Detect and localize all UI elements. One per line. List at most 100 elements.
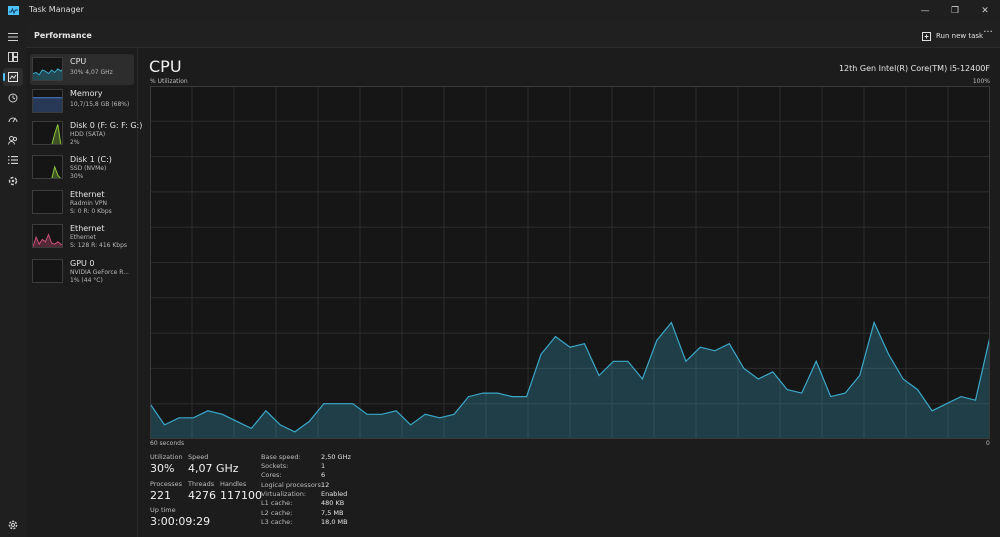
spec-value: 1: [321, 462, 326, 470]
device-thumbnail: [32, 89, 63, 113]
hamburger-menu-icon: [8, 33, 18, 41]
spec-label: L3 cache:: [261, 518, 293, 526]
spec-label: Base speed:: [261, 453, 301, 461]
cpu-utilization-graph: [150, 86, 990, 439]
device-cpu[interactable]: CPU 30% 4,07 GHz: [30, 54, 134, 85]
uptime-value: 3:00:09:29: [150, 515, 211, 528]
processes-value: 221: [150, 489, 171, 502]
device-name: CPU: [70, 57, 87, 66]
cpu-heading: CPU: [149, 57, 182, 76]
device-list: CPU 30% 4,07 GHz Memory 10,7/15,8 GB (68…: [26, 48, 142, 537]
device-thumbnail: [32, 57, 63, 81]
device-name: Memory: [70, 89, 103, 98]
spec-label: Cores:: [261, 471, 282, 479]
details-icon: [8, 156, 18, 164]
spec-value: 12: [321, 481, 330, 489]
threads-label: Threads: [188, 480, 215, 488]
title-bar: Task Manager — ❐ ✕: [0, 0, 1000, 22]
task-manager-app-icon: [8, 6, 19, 15]
utilization-value: 30%: [150, 462, 175, 475]
device-usage: 2%: [70, 139, 80, 146]
spec-label: L2 cache:: [261, 509, 293, 517]
minimize-button[interactable]: —: [910, 0, 940, 22]
spec-label: Virtualization:: [261, 490, 307, 498]
spec-label: Sockets:: [261, 462, 289, 470]
startup-apps-icon: [8, 117, 18, 123]
y-axis-max-label: 100%: [972, 78, 990, 85]
handles-value: 117100: [220, 489, 262, 502]
speed-value: 4,07 GHz: [188, 462, 239, 475]
run-task-icon: [922, 31, 931, 41]
device-detail: HDD (SATA): [70, 131, 106, 138]
uptime-label: Up time: [150, 506, 176, 514]
device-memory[interactable]: Memory 10,7/15,8 GB (68%): [30, 86, 134, 117]
utilization-label: Utilization: [150, 453, 183, 461]
services-icon: [8, 176, 18, 186]
cpu-model-name: 12th Gen Intel(R) Core(TM) i5-12400F: [838, 64, 990, 73]
nav-details[interactable]: [3, 151, 23, 169]
device-thumbnail: [32, 190, 63, 214]
nav-users[interactable]: [3, 131, 23, 149]
processes-icon: [8, 52, 18, 62]
device-thumbnail: [32, 121, 63, 145]
handles-label: Handles: [220, 480, 247, 488]
device-name: Disk 0 (F: G: F: G:): [70, 121, 143, 130]
spec-value: 480 KB: [321, 499, 345, 507]
device-usage: 1% (44 °C): [70, 277, 103, 284]
device-ethernet[interactable]: Ethernet Ethernet S: 128 R: 416 Kbps: [30, 221, 134, 252]
spec-value: 18,0 MB: [321, 518, 348, 526]
device-thumbnail: [32, 259, 63, 283]
spec-value: 7,5 MB: [321, 509, 344, 517]
nav-performance[interactable]: [3, 68, 23, 86]
device-name: Ethernet: [70, 224, 105, 233]
nav-processes[interactable]: [3, 48, 23, 66]
device-usage: S: 0 R: 0 Kbps: [70, 208, 112, 215]
device-detail: NVIDIA GeForce R...: [70, 269, 129, 276]
device-detail: 30% 4,07 GHz: [70, 69, 113, 76]
nav-settings[interactable]: [3, 516, 23, 534]
nav-startup-apps[interactable]: [3, 110, 23, 128]
device-gpu-0[interactable]: GPU 0 NVIDIA GeForce R... 1% (44 °C): [30, 256, 134, 287]
restore-button[interactable]: ❐: [940, 0, 970, 22]
page-header: Performance Run new task ···: [26, 22, 1000, 48]
app-history-icon: [8, 93, 18, 103]
device-ethernet-radmin[interactable]: Ethernet Radmin VPN S: 0 R: 0 Kbps: [30, 187, 134, 218]
nav-app-history[interactable]: [3, 89, 23, 107]
spec-value: 6: [321, 471, 326, 479]
spec-label: Logical processors:: [261, 481, 324, 489]
spec-value: 2,50 GHz: [321, 453, 351, 461]
y-axis-label: % Utilization: [150, 78, 188, 85]
run-new-task-label: Run new task: [936, 32, 984, 40]
spec-value: Enabled: [321, 490, 348, 498]
run-new-task-button[interactable]: Run new task: [918, 28, 987, 44]
device-detail: SSD (NVMe): [70, 165, 107, 172]
processes-label: Processes: [150, 480, 183, 488]
users-icon: [8, 136, 18, 145]
hamburger-menu-button[interactable]: [3, 28, 23, 46]
device-disk-0[interactable]: Disk 0 (F: G: F: G:) HDD (SATA) 2%: [30, 118, 142, 149]
navigation-rail: [0, 22, 26, 537]
more-options-button[interactable]: ···: [981, 28, 995, 42]
thumbnail-area: [51, 166, 61, 178]
speed-label: Speed: [188, 453, 209, 461]
device-detail: Ethernet: [70, 234, 96, 241]
device-disk-1[interactable]: Disk 1 (C:) SSD (NVMe) 30%: [30, 152, 134, 183]
close-button[interactable]: ✕: [970, 0, 1000, 22]
device-name: Ethernet: [70, 190, 105, 199]
spec-label: L1 cache:: [261, 499, 293, 507]
performance-icon: [8, 72, 18, 82]
device-name: GPU 0: [70, 259, 95, 268]
threads-value: 4276: [188, 489, 216, 502]
device-thumbnail: [32, 224, 63, 248]
device-detail: 10,7/15,8 GB (68%): [70, 101, 130, 108]
x-axis-end-label: 0: [986, 440, 990, 447]
x-axis-label: 60 seconds: [150, 440, 185, 447]
window-title: Task Manager: [29, 5, 84, 14]
page-title: Performance: [34, 31, 92, 40]
device-thumbnail: [32, 155, 63, 179]
device-detail: Radmin VPN: [70, 200, 107, 207]
thumbnail-area: [33, 97, 62, 112]
device-name: Disk 1 (C:): [70, 155, 112, 164]
device-usage: S: 128 R: 416 Kbps: [70, 242, 128, 249]
nav-services[interactable]: [3, 172, 23, 190]
